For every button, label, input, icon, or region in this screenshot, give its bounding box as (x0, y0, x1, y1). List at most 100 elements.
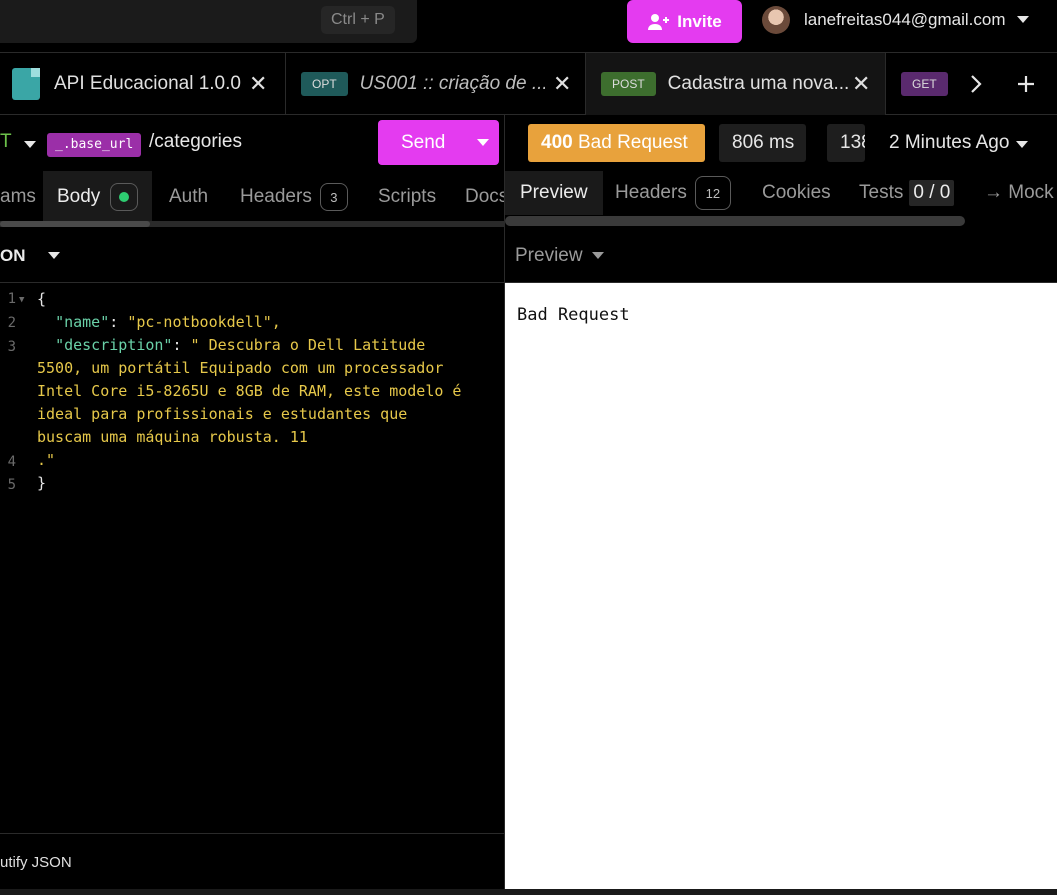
code-line: Intel Core i5-8265U e 8GB de RAM, este m… (37, 382, 462, 400)
tab-tests[interactable]: Tests 0 / 0 (859, 171, 955, 215)
tab-label: Tests (859, 182, 904, 203)
bottom-border (0, 889, 1057, 895)
invite-label: Invite (677, 11, 722, 31)
code-line: "description": " Descubra o Dell Latitud… (55, 336, 426, 354)
method-badge: POST (601, 72, 656, 96)
tab-label: Cookies (762, 182, 831, 203)
code-line: } (37, 474, 47, 492)
document-icon (12, 68, 40, 100)
horizontal-scrollbar[interactable] (505, 216, 965, 226)
count-badge: 12 (694, 176, 731, 210)
preview-mode-selector[interactable]: Preview (515, 245, 583, 267)
tab-api-educacional[interactable]: API Educacional 1.0.0 ✕ (0, 53, 286, 115)
status-badge: 400 Bad Request (528, 124, 705, 162)
response-size: 138 (827, 124, 865, 162)
top-bar: Ctrl + P Invite lanefreitas044@gmail.com (0, 0, 1057, 53)
line-number: 4 (7, 454, 16, 470)
tab-label: Auth (169, 186, 209, 207)
chevron-down-icon[interactable] (592, 252, 604, 259)
history-time[interactable]: 2 Minutes Ago (889, 132, 1009, 154)
tab-mock[interactable]: → Mock (984, 171, 1054, 215)
chevron-down-icon[interactable] (1016, 141, 1028, 148)
invite-button[interactable]: Invite (627, 0, 742, 43)
tab-label: → Mock (984, 182, 1054, 203)
chevron-down-icon[interactable] (477, 139, 489, 146)
json-value: "pc-notbookdell", (127, 313, 281, 331)
method-badge: OPT (301, 72, 348, 96)
tab-label: Preview (520, 182, 588, 203)
close-icon[interactable]: ✕ (249, 71, 267, 97)
request-tab-bar: API Educacional 1.0.0 ✕ OPT US001 :: cri… (0, 53, 1057, 115)
line-number: 5 (7, 477, 16, 493)
tab-title: Cadastra uma nova... (667, 73, 850, 94)
beautify-json-button[interactable]: utify JSON (0, 854, 72, 871)
code-line: ideal para profissionais e estudantes qu… (37, 405, 408, 423)
tab-label: Scripts (378, 186, 437, 207)
chevron-down-icon[interactable] (1017, 16, 1029, 23)
tab-auth[interactable]: Auth (169, 171, 208, 223)
send-button[interactable]: Send (378, 120, 499, 165)
tab-title: API Educacional 1.0.0 (54, 73, 241, 94)
add-user-icon (648, 13, 670, 30)
chevron-down-icon[interactable] (48, 252, 60, 259)
tab-us001[interactable]: OPT US001 :: criação de ... ✕ (286, 53, 586, 115)
tab-response-headers[interactable]: Headers 12 (615, 171, 731, 215)
base-url-variable[interactable]: _.base_url (47, 133, 142, 157)
response-status-bar: 400 Bad Request 806 ms 138 2 Minutes Ago (505, 115, 1057, 171)
tab-label: Headers (240, 186, 312, 207)
tab-title: US001 :: criação de ... (359, 73, 545, 94)
line-number: 2 (7, 315, 16, 331)
code-line: ." (37, 451, 56, 469)
plus-icon[interactable] (1005, 53, 1047, 115)
tab-body[interactable]: Body (43, 171, 153, 223)
status-code: 400 (541, 132, 573, 153)
method-selector[interactable]: T (0, 131, 12, 153)
chevron-right-icon[interactable] (958, 53, 994, 115)
command-palette-search[interactable]: Ctrl + P (0, 0, 417, 43)
response-body: Bad Request (517, 305, 630, 325)
code-line: 5500, um portátil Equipado com um proces… (37, 359, 444, 377)
tab-get[interactable]: GET (886, 53, 956, 115)
tab-label: Docs (465, 186, 505, 207)
tab-preview[interactable]: Preview (505, 171, 603, 215)
close-icon[interactable]: ✕ (553, 71, 571, 97)
tab-cookies[interactable]: Cookies (762, 171, 831, 215)
tab-cadastra-nova[interactable]: POST Cadastra uma nova... ✕ (586, 53, 886, 115)
tab-scripts[interactable]: Scripts (378, 171, 436, 223)
code-line: { (37, 290, 47, 308)
tab-docs[interactable]: Docs (465, 171, 505, 223)
fold-icon[interactable]: ▼ (19, 295, 24, 305)
count-badge: 3 (319, 183, 348, 211)
json-key: "name" (55, 313, 110, 331)
url-bar: T _.base_url /categories Send (0, 115, 505, 171)
avatar[interactable] (762, 6, 790, 34)
line-number: 1 (7, 291, 16, 307)
tab-label: Body (57, 186, 101, 207)
chevron-down-icon[interactable] (24, 141, 36, 148)
json-body-editor[interactable]: 1 ▼ { 2 "name": "pc-notbookdell", 3 "des… (0, 283, 505, 834)
response-preview-pane: Bad Request (505, 283, 1057, 889)
preview-mode-row: Preview (505, 227, 1057, 283)
body-format-selector[interactable]: ON (0, 246, 26, 266)
editor-footer: utify JSON (0, 833, 505, 889)
json-value: " Descubra o Dell Latitude (190, 336, 426, 354)
user-email[interactable]: lanefreitas044@gmail.com (804, 10, 1006, 30)
code-line: buscam uma máquina robusta. 11 (37, 428, 308, 446)
tab-label: ams (0, 186, 36, 207)
body-format-row: ON (0, 227, 505, 283)
status-text: Bad Request (577, 132, 688, 153)
response-time: 806 ms (719, 124, 806, 162)
code-line: "name": "pc-notbookdell", (55, 313, 281, 331)
tab-label: Headers (615, 182, 687, 203)
line-number: 3 (7, 339, 16, 355)
request-subtabs: ams Body Auth Headers 3 Scripts Docs (0, 171, 505, 227)
json-key: "description" (55, 336, 173, 354)
tests-count: 0 / 0 (909, 180, 955, 206)
status-dot-icon (110, 183, 139, 211)
tab-headers[interactable]: Headers 3 (240, 171, 348, 223)
tab-params[interactable]: ams (0, 171, 36, 223)
close-icon[interactable]: ✕ (852, 71, 870, 97)
response-subtabs: Preview Headers 12 Cookies Tests 0 / 0 →… (505, 171, 1057, 227)
url-path[interactable]: /categories (149, 131, 242, 153)
method-badge: GET (901, 72, 948, 96)
